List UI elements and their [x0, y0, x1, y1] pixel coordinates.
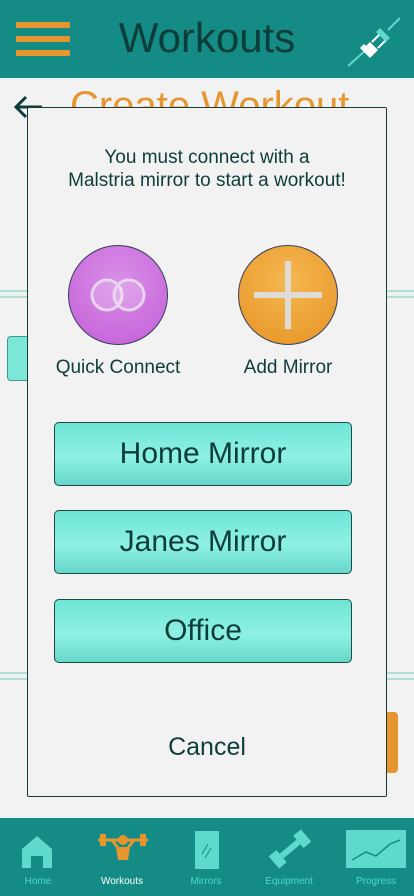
mirror-button-office[interactable]: Office: [54, 599, 352, 663]
dumbbell-icon: [268, 829, 312, 869]
nav-label-workouts: Workouts: [100, 876, 144, 887]
nav-label-mirrors: Mirrors: [190, 876, 222, 887]
nav-label-home: Home: [24, 876, 52, 887]
plug-icon[interactable]: [344, 14, 404, 70]
nav-label-equipment: Equipment: [265, 876, 313, 887]
quick-connect-button[interactable]: [68, 245, 168, 345]
bottom-nav: Home Workouts Mirrors Equipment Progress: [0, 818, 414, 896]
app-header: Workouts: [0, 0, 414, 78]
nav-label-progress: Progress: [355, 876, 396, 887]
mirror-button-home[interactable]: Home Mirror: [54, 422, 352, 486]
cancel-button[interactable]: Cancel: [28, 733, 386, 762]
mirror-icon: [195, 831, 219, 869]
weightlifter-icon: [98, 834, 148, 860]
modal-message: You must connect with a Malstria mirror …: [68, 147, 346, 191]
connect-mirror-modal: You must connect with a Malstria mirror …: [27, 107, 387, 797]
chart-icon: [346, 830, 406, 868]
plus-icon: [254, 261, 322, 329]
link-rings-icon: [90, 278, 146, 312]
quick-connect-label: Quick Connect: [55, 357, 181, 378]
home-icon: [22, 836, 52, 868]
add-mirror-button[interactable]: [238, 245, 338, 345]
add-mirror-label: Add Mirror: [243, 357, 333, 378]
mirror-button-janes[interactable]: Janes Mirror: [54, 510, 352, 574]
